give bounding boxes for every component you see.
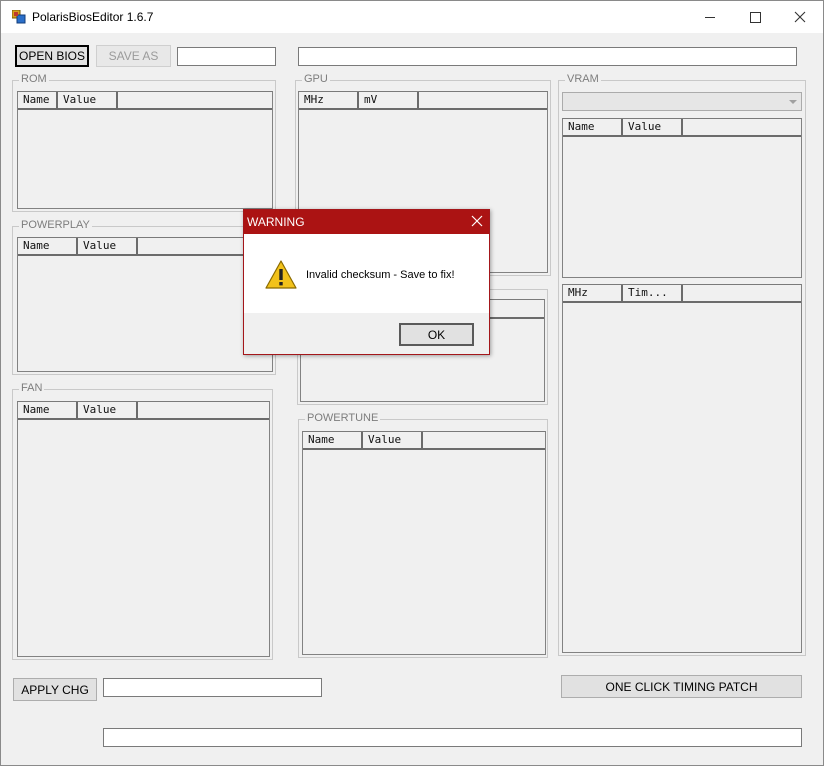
warning-icon bbox=[265, 260, 297, 289]
apply-status-field[interactable] bbox=[103, 678, 322, 697]
column-header-mhz[interactable]: MHz bbox=[563, 285, 623, 301]
vram-timings-header: MHz Tim... bbox=[563, 285, 801, 303]
app-icon bbox=[12, 10, 26, 24]
column-header-timing[interactable]: Tim... bbox=[623, 285, 683, 301]
vram-timings-list[interactable]: MHz Tim... bbox=[562, 284, 802, 653]
vram-caption: VRAM bbox=[565, 73, 601, 85]
powertune-group: POWERTUNE Name Value bbox=[298, 412, 548, 658]
fan-group: FAN Name Value bbox=[12, 382, 273, 660]
vram-list[interactable]: Name Value bbox=[562, 118, 802, 278]
bios-info-field[interactable] bbox=[298, 47, 797, 66]
powerplay-list[interactable]: Name Value bbox=[17, 237, 273, 372]
powertune-list[interactable]: Name Value bbox=[302, 431, 546, 655]
rom-group: ROM Name Value bbox=[12, 73, 276, 212]
fan-list[interactable]: Name Value bbox=[17, 401, 270, 657]
maximize-icon bbox=[749, 12, 761, 23]
title-bar[interactable]: PolarisBiosEditor 1.6.7 bbox=[1, 1, 823, 33]
window-title: PolarisBiosEditor 1.6.7 bbox=[32, 10, 154, 24]
powerplay-group: POWERPLAY Name Value bbox=[12, 219, 276, 375]
column-header-name[interactable]: Name bbox=[303, 432, 363, 448]
ok-button[interactable]: OK bbox=[399, 323, 474, 346]
rom-list[interactable]: Name Value bbox=[17, 91, 273, 209]
column-header-name[interactable]: Name bbox=[18, 92, 58, 108]
powertune-caption: POWERTUNE bbox=[305, 412, 381, 424]
minimize-button[interactable] bbox=[687, 1, 733, 33]
rom-caption: ROM bbox=[19, 73, 49, 85]
file-name-field[interactable] bbox=[177, 47, 276, 66]
dropdown-arrow-icon[interactable] bbox=[785, 94, 800, 109]
rom-list-header: Name Value bbox=[18, 92, 272, 110]
close-icon bbox=[794, 11, 806, 23]
powertune-list-header: Name Value bbox=[303, 432, 545, 450]
column-header-mv[interactable]: mV bbox=[359, 92, 419, 108]
vram-list-header: Name Value bbox=[563, 119, 801, 137]
vram-select[interactable] bbox=[562, 92, 802, 111]
fan-list-header: Name Value bbox=[18, 402, 269, 420]
close-button[interactable] bbox=[777, 1, 823, 33]
gpu-caption: GPU bbox=[302, 73, 330, 85]
minimize-icon bbox=[705, 17, 715, 18]
dialog-body: Invalid checksum - Save to fix! bbox=[244, 234, 489, 313]
column-header-value[interactable]: Value bbox=[58, 92, 118, 108]
vram-group: VRAM Name Value MHz Tim... bbox=[558, 73, 806, 656]
column-header-name[interactable]: Name bbox=[18, 402, 78, 418]
column-header-value[interactable]: Value bbox=[623, 119, 683, 135]
powerplay-list-header: Name Value bbox=[18, 238, 272, 256]
apply-changes-button[interactable]: APPLY CHG bbox=[13, 678, 97, 701]
status-field[interactable] bbox=[103, 728, 802, 747]
dialog-title: WARNING bbox=[247, 215, 305, 229]
column-header-name[interactable]: Name bbox=[18, 238, 78, 254]
fan-caption: FAN bbox=[19, 382, 45, 394]
powerplay-caption: POWERPLAY bbox=[19, 219, 92, 231]
column-header-mhz[interactable]: MHz bbox=[299, 92, 359, 108]
dialog-title-bar[interactable]: WARNING bbox=[244, 210, 489, 234]
maximize-button[interactable] bbox=[732, 1, 778, 33]
column-header-value[interactable]: Value bbox=[78, 238, 138, 254]
dialog-message: Invalid checksum - Save to fix! bbox=[306, 269, 455, 281]
timing-patch-button[interactable]: ONE CLICK TIMING PATCH bbox=[561, 675, 802, 698]
save-as-button[interactable]: SAVE AS bbox=[96, 45, 171, 67]
column-header-value[interactable]: Value bbox=[78, 402, 138, 418]
column-header-value[interactable]: Value bbox=[363, 432, 423, 448]
column-header-name[interactable]: Name bbox=[563, 119, 623, 135]
dialog-close-icon[interactable] bbox=[471, 215, 483, 227]
gpu-list-header: MHz mV bbox=[299, 92, 547, 110]
warning-dialog: WARNING Invalid checksum - Save to fix! … bbox=[243, 209, 490, 355]
open-bios-button[interactable]: OPEN BIOS bbox=[15, 45, 89, 67]
main-window: PolarisBiosEditor 1.6.7 OPEN BIOS SAVE A… bbox=[0, 0, 824, 766]
